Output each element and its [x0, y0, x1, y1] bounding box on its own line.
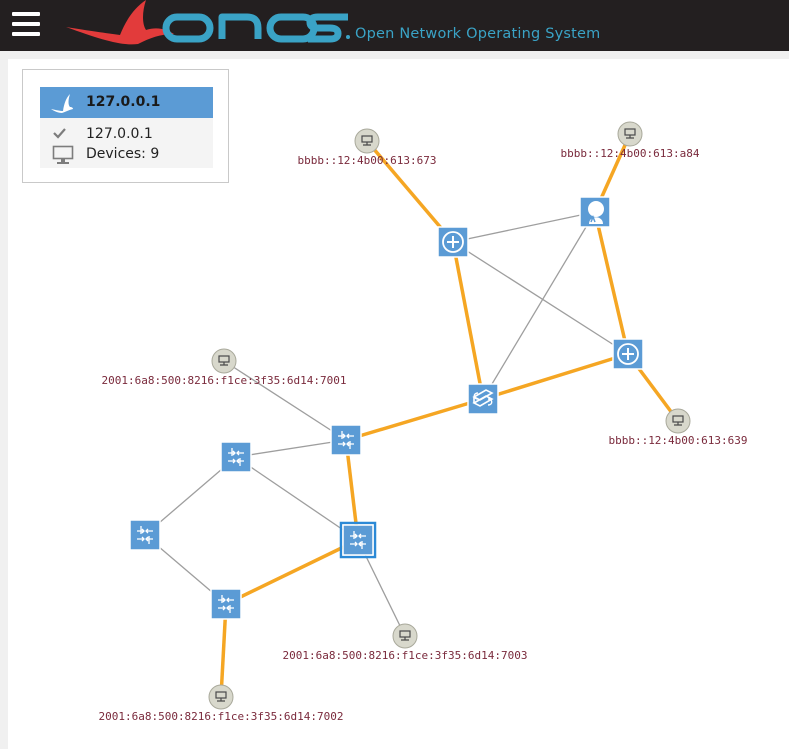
monitor-icon — [52, 145, 74, 164]
summary-header: 127.0.0.1 — [40, 87, 213, 118]
device-box — [210, 588, 242, 620]
host-node-h2[interactable] — [617, 121, 643, 147]
host-node-h3[interactable] — [211, 348, 237, 374]
link-d6-d8[interactable] — [235, 456, 359, 541]
host-label: 2001:6a8:500:8216:f1ce:3f35:6d14:7002 — [98, 710, 343, 723]
host-circle — [211, 348, 237, 374]
check-icon — [53, 128, 66, 139]
device-node-d9[interactable] — [210, 588, 242, 620]
summary-devices: Devices: 9 — [86, 146, 160, 162]
summary-address: 127.0.0.1 — [86, 126, 153, 142]
host-circle — [617, 121, 643, 147]
device-node-d4[interactable] — [467, 383, 499, 415]
host-circle — [665, 408, 691, 434]
summary-body: 127.0.0.1 Devices: 9 — [40, 118, 213, 168]
link-d4-d5[interactable] — [345, 397, 484, 442]
link-d5-d6[interactable] — [235, 439, 347, 458]
host-circle — [392, 623, 418, 649]
device-node-d1[interactable] — [437, 226, 469, 258]
host-label: 2001:6a8:500:8216:f1ce:3f35:6d14:7001 — [101, 374, 346, 387]
host-circle — [208, 684, 234, 710]
device-box — [220, 441, 252, 473]
device-box — [342, 524, 374, 556]
host-label: 2001:6a8:500:8216:f1ce:3f35:6d14:7003 — [282, 649, 527, 662]
summary-title: 127.0.0.1 — [86, 94, 161, 110]
link-d3-d4[interactable] — [482, 352, 629, 401]
link-d8-d9[interactable] — [225, 538, 359, 606]
summary-panel: 127.0.0.1 127.0.0.1 Devices: 9 — [22, 69, 229, 183]
link-h3-d5[interactable] — [223, 360, 347, 441]
host-label: bbbb::12:4b00:613:a84 — [560, 147, 699, 160]
host-circle — [354, 128, 380, 154]
host-node-h5[interactable] — [392, 623, 418, 649]
link-d1-d2[interactable] — [452, 211, 596, 243]
device-node-d2[interactable] — [579, 196, 611, 228]
link-d1-d4[interactable] — [451, 241, 485, 400]
host-label: bbbb::12:4b00:613:673 — [297, 154, 436, 167]
device-box — [129, 519, 161, 551]
device-node-d7[interactable] — [129, 519, 161, 551]
host-node-h4[interactable] — [665, 408, 691, 434]
link-d2-d3[interactable] — [593, 211, 630, 355]
link-d1-d3[interactable] — [452, 241, 629, 355]
host-node-h6[interactable] — [208, 684, 234, 710]
device-box — [330, 424, 362, 456]
device-node-d8[interactable] — [339, 521, 377, 559]
host-label: bbbb::12:4b00:613:639 — [608, 434, 747, 447]
user-node-icon — [588, 201, 604, 224]
device-node-d6[interactable] — [220, 441, 252, 473]
host-node-h1[interactable] — [354, 128, 380, 154]
device-node-d3[interactable] — [612, 338, 644, 370]
onos-bird-icon — [51, 94, 73, 113]
device-node-d5[interactable] — [330, 424, 362, 456]
